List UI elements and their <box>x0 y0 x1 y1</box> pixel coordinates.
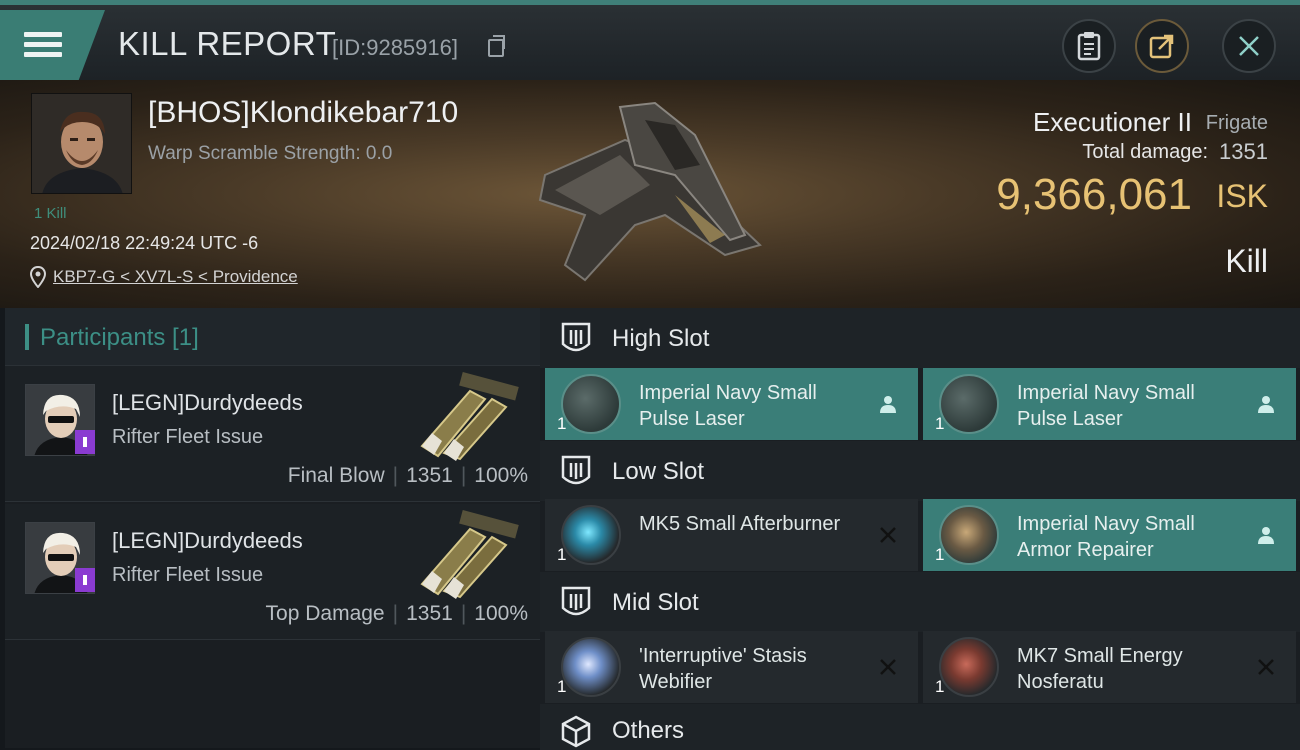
victim-name[interactable]: [BHOS]Klondikebar710 <box>148 96 458 130</box>
pulse-laser-icon <box>939 374 999 434</box>
total-damage-value: 1351 <box>1219 139 1268 164</box>
participant-damage: 1351 <box>406 464 453 487</box>
close-icon <box>1239 36 1259 56</box>
top-bar: KILL REPORT [ID:9285916] <box>0 0 1300 80</box>
participant-damage: 1351 <box>406 602 453 625</box>
kill-result: Kill <box>1225 243 1268 279</box>
low-slot-header: Low Slot <box>540 441 1300 501</box>
armor-repairer-icon <box>939 505 999 565</box>
energy-nosferatu-icon <box>939 637 999 697</box>
clipboard-icon <box>1077 32 1101 61</box>
module-item[interactable]: 1 Imperial Navy Small Armor Repairer <box>923 499 1296 571</box>
clipboard-button[interactable] <box>1062 19 1116 73</box>
participant-ship: Rifter Fleet Issue <box>112 564 264 586</box>
participant-role: Final Blow <box>287 464 385 487</box>
participants-panel: Participants [1] [LEGN]Durdydeeds Rifter… <box>5 308 540 748</box>
module-item[interactable]: 1 Imperial Navy Small Pulse Laser <box>923 368 1296 440</box>
module-item[interactable]: 1 MK5 Small Afterburner <box>545 499 918 571</box>
participant-row[interactable]: [LEGN]Durdydeeds Rifter Fleet Issue Top … <box>5 504 540 640</box>
module-name: Imperial Navy Small Armor Repairer <box>1017 513 1195 561</box>
report-id: [ID:9285916] <box>332 35 458 60</box>
destroyed-x-icon <box>880 527 896 543</box>
participant-stats: Final Blow | 1351 | 100% <box>287 464 528 487</box>
menu-button[interactable] <box>0 10 105 80</box>
share-icon <box>1149 34 1174 59</box>
participant-row[interactable]: [LEGN]Durdydeeds Rifter Fleet Issue Fina… <box>5 366 540 502</box>
kills-badge: 1 Kill <box>34 205 67 222</box>
pulse-laser-icon <box>561 374 621 434</box>
ship-name[interactable]: Executioner II <box>1033 107 1192 138</box>
slot-icon <box>561 322 591 352</box>
total-damage-label: Total damage: <box>1082 141 1208 163</box>
destroyed-x-icon <box>1258 659 1274 675</box>
mid-slot-header: Mid Slot <box>540 572 1300 632</box>
fitted-person-icon <box>880 396 896 413</box>
ship-class: Frigate <box>1205 112 1268 134</box>
others-header: Others <box>540 704 1300 750</box>
page-title: KILL REPORT <box>118 25 337 62</box>
low-slot-title: Low Slot <box>612 458 705 485</box>
isk-value: 9,366,061 <box>996 170 1192 219</box>
corp-badge-icon <box>75 568 95 592</box>
module-quantity: 1 <box>557 677 567 696</box>
warp-scramble-strength: Warp Scramble Strength: 0.0 <box>148 143 393 164</box>
participant-name[interactable]: [LEGN]Durdydeeds <box>112 528 303 554</box>
high-slot-header: High Slot <box>540 308 1300 368</box>
copy-icon[interactable] <box>488 35 505 57</box>
corp-badge-icon <box>75 430 95 454</box>
module-item[interactable]: 1 'Interruptive' Stasis Webifier <box>545 631 918 703</box>
module-name: 'Interruptive' Stasis Webifier <box>639 645 807 693</box>
weapon-icon <box>420 371 519 461</box>
mid-slot-title: Mid Slot <box>612 589 699 616</box>
others-title: Others <box>612 717 685 744</box>
ship-image <box>538 101 762 282</box>
participant-stats: Top Damage | 1351 | 100% <box>265 602 528 625</box>
module-quantity: 1 <box>935 414 945 433</box>
cube-icon <box>561 715 591 748</box>
stasis-webifier-icon <box>561 637 621 697</box>
victim-portrait[interactable] <box>31 93 132 194</box>
location-pin-icon <box>30 266 46 288</box>
module-quantity: 1 <box>935 677 945 696</box>
victim-avatar <box>32 94 131 193</box>
slot-icon <box>561 455 591 485</box>
participant-percent: 100% <box>474 602 528 625</box>
fitting-panel: High Slot 1 Imperial Navy Small Pulse La… <box>540 308 1300 750</box>
destroyed-x-icon <box>880 659 896 675</box>
participant-ship: Rifter Fleet Issue <box>112 426 264 448</box>
module-quantity: 1 <box>935 545 945 564</box>
kill-datetime: 2024/02/18 22:49:24 UTC -6 <box>30 233 259 253</box>
module-quantity: 1 <box>557 414 567 433</box>
participant-role: Top Damage <box>265 602 385 625</box>
module-name: MK7 Small Energy Nosferatu <box>1017 645 1183 693</box>
module-item[interactable]: 1 MK7 Small Energy Nosferatu <box>923 631 1296 703</box>
participant-name[interactable]: [LEGN]Durdydeeds <box>112 390 303 416</box>
module-item[interactable]: 1 Imperial Navy Small Pulse Laser <box>545 368 918 440</box>
module-name: Imperial Navy Small Pulse Laser <box>1017 382 1195 430</box>
module-quantity: 1 <box>557 545 567 564</box>
kill-location-link[interactable]: KBP7-G < XV7L-S < Providence <box>53 267 298 287</box>
weapon-icon <box>420 509 519 599</box>
share-button[interactable] <box>1135 19 1189 73</box>
menu-icon <box>24 32 62 58</box>
participants-header: Participants [1] <box>5 308 540 366</box>
module-name: MK5 Small Afterburner <box>639 513 841 535</box>
participants-title[interactable]: Participants [1] <box>40 324 199 352</box>
fitted-person-icon <box>1258 396 1274 413</box>
afterburner-icon <box>561 505 621 565</box>
close-button[interactable] <box>1222 19 1276 73</box>
participant-percent: 100% <box>474 464 528 487</box>
module-name: Imperial Navy Small Pulse Laser <box>639 382 817 430</box>
fitted-person-icon <box>1258 527 1274 544</box>
isk-unit: ISK <box>1216 178 1268 214</box>
high-slot-title: High Slot <box>612 325 710 352</box>
slot-icon <box>561 586 591 616</box>
